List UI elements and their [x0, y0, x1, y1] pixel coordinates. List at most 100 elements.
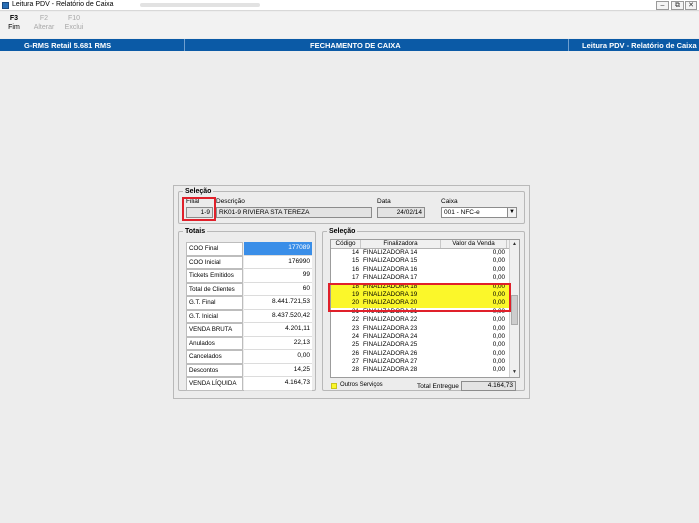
totais-row-label: G.T. Inicial: [186, 309, 243, 323]
cell-codigo: 22: [351, 316, 359, 324]
screen-name: Leitura PDV - Relatório de Caixa: [582, 41, 697, 50]
totais-row-label: VENDA LÍQUIDA: [186, 377, 243, 391]
table-row[interactable]: 25 FINALIZADORA 25 0,00: [331, 341, 519, 349]
totais-row-label: G.T. Final: [186, 296, 243, 310]
totais-legend: Totais: [185, 228, 206, 235]
alterar-button[interactable]: F2 Alterar: [31, 15, 57, 31]
table-row[interactable]: 22 FINALIZADORA 22 0,00: [331, 316, 519, 324]
totais-row-value: 177089: [244, 242, 312, 256]
cell-finalizadora: FINALIZADORA 22: [363, 316, 418, 324]
total-entregue-label: Total Entregue: [417, 383, 459, 390]
totais-row[interactable]: Tickets Emitidos 99: [186, 269, 312, 283]
outros-servicos-swatch: [331, 383, 337, 389]
grid-header: Código Finalizadora Valor da Venda: [331, 240, 519, 249]
cell-valor: 0,00: [492, 274, 505, 282]
selecao-grid-legend: Seleção: [329, 228, 356, 235]
totais-row[interactable]: G.T. Final 8.441.721,53: [186, 296, 312, 310]
fim-label: Fim: [8, 24, 20, 31]
totais-row[interactable]: Anulados 22,13: [186, 336, 312, 350]
close-button[interactable]: ✕: [685, 1, 697, 10]
cell-finalizadora: FINALIZADORA 17: [363, 274, 418, 282]
cell-finalizadora: FINALIZADORA 26: [363, 349, 418, 357]
fim-button[interactable]: F3 Fim: [1, 15, 27, 31]
cell-valor: 0,00: [492, 324, 505, 332]
table-row[interactable]: 26 FINALIZADORA 26 0,00: [331, 350, 519, 358]
totais-row-label: Descontos: [186, 363, 243, 377]
scroll-up-icon[interactable]: ▲: [511, 241, 518, 248]
cell-codigo: 17: [351, 274, 359, 282]
minimize-button[interactable]: –: [656, 1, 669, 10]
totais-row[interactable]: VENDA BRUTA 4.201,11: [186, 323, 312, 337]
totais-row-value: 99: [244, 269, 312, 283]
cell-valor: 0,00: [492, 257, 505, 265]
cell-finalizadora: FINALIZADORA 15: [363, 257, 418, 265]
header-divider: [568, 39, 569, 51]
cell-codigo: 25: [351, 341, 359, 349]
table-row[interactable]: 14 FINALIZADORA 14 0,00: [331, 249, 519, 257]
module-title: FECHAMENTO DE CAIXA: [310, 41, 401, 50]
totais-row[interactable]: Total de Clientes 60: [186, 282, 312, 296]
cell-codigo: 26: [351, 349, 359, 357]
scroll-thumb[interactable]: [511, 295, 518, 325]
alterar-key: F2: [39, 15, 49, 22]
cell-valor: 0,00: [492, 332, 505, 340]
totais-row-value: 8.437.520,42: [244, 309, 312, 323]
cell-codigo: 14: [351, 249, 359, 256]
module-header: G-RMS Retail 5.681 RMS FECHAMENTO DE CAI…: [0, 39, 699, 51]
fechamento-panel: Seleção Filial 1-9 Descrição RK01-9 RIVI…: [173, 185, 530, 399]
col-codigo[interactable]: Código: [331, 240, 361, 248]
totais-row[interactable]: COO Final 177089: [186, 242, 312, 256]
totais-row[interactable]: G.T. Inicial 8.437.520,42: [186, 309, 312, 323]
totais-row-value: 4.201,11: [244, 323, 312, 337]
cell-valor: 0,00: [492, 265, 505, 273]
maximize-button[interactable]: ⧉: [671, 1, 684, 10]
cell-finalizadora: FINALIZADORA 24: [363, 332, 418, 340]
cell-codigo: 24: [351, 332, 359, 340]
descricao-label: Descrição: [216, 198, 245, 205]
exclui-button[interactable]: F10 Exclui: [61, 15, 87, 31]
table-row[interactable]: 16 FINALIZADORA 16 0,00: [331, 266, 519, 274]
totais-row[interactable]: COO Inicial 176990: [186, 255, 312, 269]
totais-row[interactable]: VENDA LÍQUIDA 4.164,73: [186, 377, 312, 391]
col-finalizadora[interactable]: Finalizadora: [361, 240, 441, 248]
totais-row-value: 4.164,73: [244, 377, 312, 391]
outros-servicos-label: Outros Serviços: [340, 382, 383, 388]
selecao-top-legend: Seleção: [185, 188, 212, 195]
col-valor-venda[interactable]: Valor da Venda: [441, 240, 507, 248]
cell-codigo: 23: [351, 324, 359, 332]
window-titlebar: Leitura PDV - Relatório de Caixa – ⧉ ✕: [0, 0, 699, 11]
table-row[interactable]: 27 FINALIZADORA 27 0,00: [331, 358, 519, 366]
totais-row[interactable]: Cancelados 0,00: [186, 350, 312, 364]
table-row[interactable]: 28 FINALIZADORA 28 0,00: [331, 366, 519, 374]
cell-valor: 0,00: [492, 316, 505, 324]
totais-row[interactable]: Descontos 14,25: [186, 363, 312, 377]
cell-valor: 0,00: [492, 349, 505, 357]
caixa-select[interactable]: 001 - NFC-e ▼: [441, 207, 517, 218]
totais-row-label: Total de Clientes: [186, 282, 243, 296]
data-label: Data: [377, 198, 391, 205]
totais-row-label: VENDA BRUTA: [186, 323, 243, 337]
cell-codigo: 28: [351, 366, 359, 374]
window-title: Leitura PDV - Relatório de Caixa: [12, 1, 114, 8]
table-row[interactable]: 24 FINALIZADORA 24 0,00: [331, 333, 519, 341]
totais-row-value: 8.441.721,53: [244, 296, 312, 310]
totais-row-label: COO Final: [186, 242, 243, 256]
exclui-label: Exclui: [64, 24, 84, 31]
table-row[interactable]: 23 FINALIZADORA 23 0,00: [331, 325, 519, 333]
cell-finalizadora: FINALIZADORA 14: [363, 249, 418, 256]
cell-valor: 0,00: [492, 249, 505, 256]
scroll-down-icon[interactable]: ▼: [511, 369, 518, 376]
descricao-field: RK01-9 RIVIERA STA TEREZA: [216, 207, 372, 218]
table-row[interactable]: 15 FINALIZADORA 15 0,00: [331, 257, 519, 265]
table-row[interactable]: 17 FINALIZADORA 17 0,00: [331, 274, 519, 282]
totais-row-label: Anulados: [186, 336, 243, 350]
header-divider: [184, 39, 185, 51]
totais-row-label: Cancelados: [186, 350, 243, 364]
cell-codigo: 15: [351, 257, 359, 265]
fim-key: F3: [9, 15, 19, 22]
exclui-key: F10: [67, 15, 81, 22]
cell-finalizadora: FINALIZADORA 25: [363, 341, 418, 349]
chevron-down-icon[interactable]: ▼: [507, 208, 516, 217]
data-field[interactable]: 24/02/14: [377, 207, 425, 218]
cell-valor: 0,00: [492, 341, 505, 349]
